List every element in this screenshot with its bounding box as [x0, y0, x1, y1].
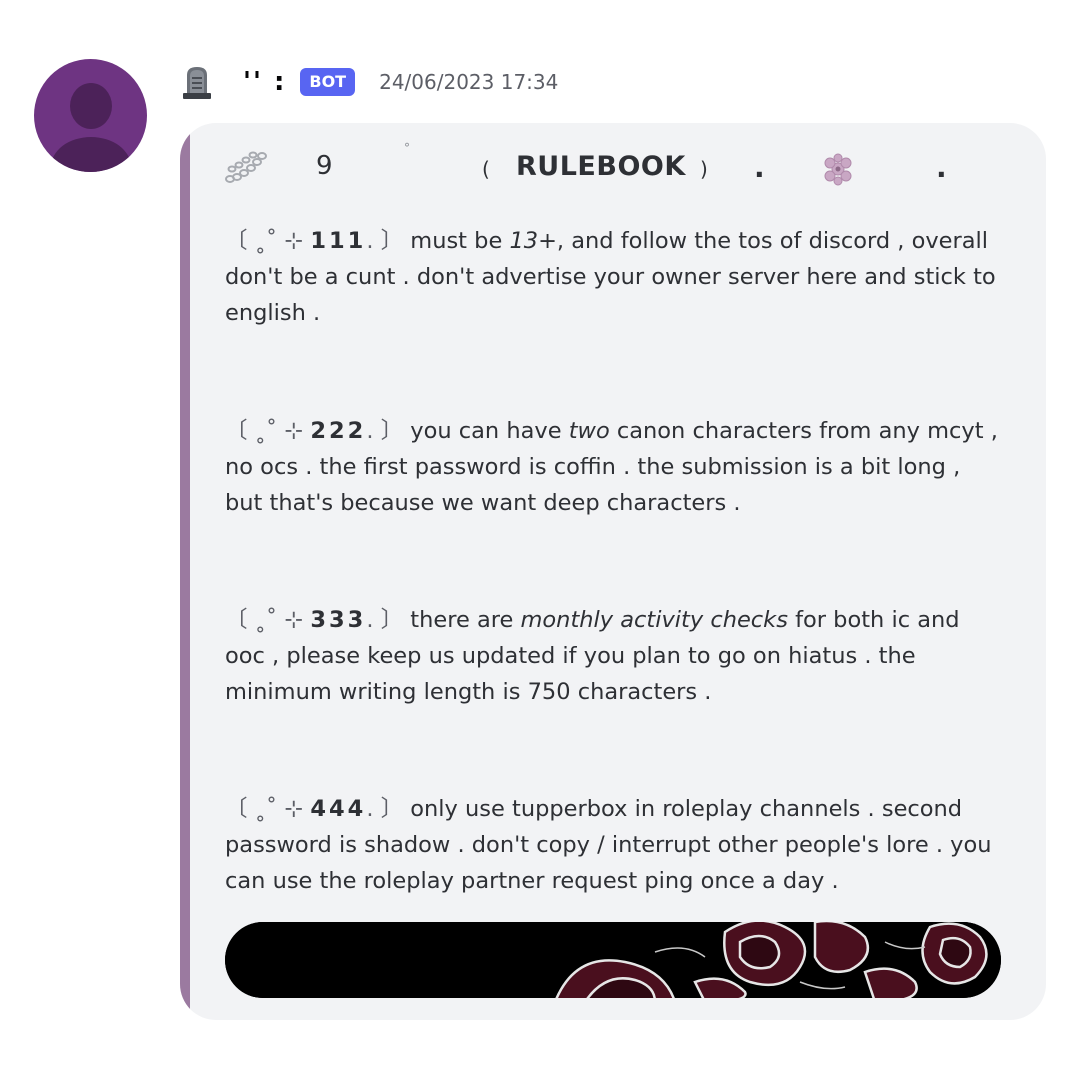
rule-text: you can have	[410, 418, 569, 444]
author-avatar[interactable]	[34, 59, 147, 172]
rule-bracket-close: . 〕	[366, 418, 404, 444]
rule-bracket-open: 〔	[225, 418, 248, 444]
message-header: '' : BOT 24/06/2023 17:34	[181, 62, 558, 102]
title-dot: .	[754, 151, 765, 184]
rule-bracket-open: 〔	[225, 228, 248, 254]
rules-embed: 9 ° ( RULEBOOK ) . . 〔 ˳˚ ⊹ 111. 〕 must …	[180, 123, 1046, 1020]
title-paren-close: )	[700, 157, 708, 181]
bot-badge: BOT	[300, 68, 356, 96]
gravestone-icon	[183, 67, 211, 99]
rule-2: 〔 ˳˚ ⊹ 222. 〕 you can have two canon cha…	[225, 413, 1000, 521]
rule-number: 111	[310, 228, 367, 254]
title-star: °	[404, 141, 410, 155]
rule-number: 444	[310, 796, 367, 822]
rule-emphasis: 13+	[509, 228, 557, 254]
rule-bracket-close: . 〕	[366, 228, 404, 254]
rose-illustration	[225, 922, 1001, 998]
rule-number: 333	[310, 607, 367, 633]
flower-icon	[824, 153, 852, 186]
rule-emphasis: two	[568, 418, 610, 444]
rule-decoration: ˳˚ ⊹	[254, 796, 304, 822]
rule-4: 〔 ˳˚ ⊹ 444. 〕 only use tupperbox in role…	[225, 791, 1000, 899]
rule-1: 〔 ˳˚ ⊹ 111. 〕 must be 13+, and follow th…	[225, 223, 1000, 331]
embed-title: 9 ° ( RULEBOOK ) . .	[224, 141, 1004, 197]
rule-number: 222	[310, 418, 367, 444]
author-username[interactable]: '' :	[243, 67, 286, 97]
rule-bracket-close: . 〕	[366, 796, 404, 822]
rule-emphasis: monthly activity checks	[520, 607, 788, 633]
rule-3: 〔 ˳˚ ⊹ 333. 〕 there are monthly activity…	[225, 602, 1000, 710]
embed-title-text: RULEBOOK	[516, 151, 686, 182]
title-dot: .	[936, 151, 947, 184]
rule-bracket-open: 〔	[225, 607, 248, 633]
avatar-shoulders-shape	[51, 137, 131, 172]
rule-text: must be	[410, 228, 510, 254]
rule-decoration: ˳˚ ⊹	[254, 418, 304, 444]
rule-bracket-close: . 〕	[366, 607, 404, 633]
title-paren-open: (	[482, 157, 490, 181]
rule-decoration: ˳˚ ⊹	[254, 607, 304, 633]
title-number: 9	[316, 151, 333, 181]
rule-bracket-open: 〔	[225, 796, 248, 822]
embed-banner-image[interactable]	[225, 922, 1001, 998]
message-timestamp[interactable]: 24/06/2023 17:34	[379, 70, 558, 94]
chain-icon	[225, 151, 267, 183]
rule-text: there are	[410, 607, 521, 633]
embed-accent-bar	[180, 123, 190, 1020]
rule-decoration: ˳˚ ⊹	[254, 228, 304, 254]
avatar-head-shape	[70, 83, 112, 129]
